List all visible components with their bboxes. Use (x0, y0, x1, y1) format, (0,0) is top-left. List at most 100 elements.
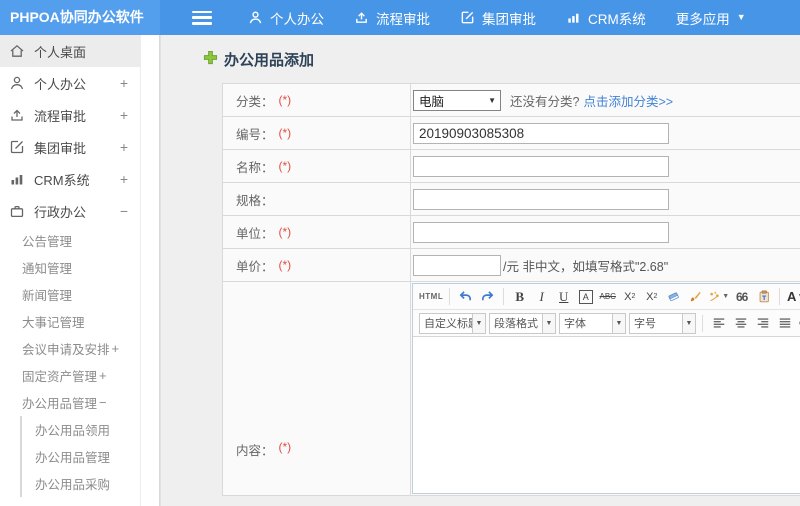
sidebar-subitem-announcement-mgmt[interactable]: 公告管理 (0, 227, 140, 254)
name-input[interactable] (413, 155, 669, 177)
expand-plus-icon[interactable]: + (120, 139, 128, 155)
custom-heading-dropdown[interactable]: 自定义标题 ▼ (419, 312, 486, 334)
caret-down-icon: ▼ (612, 313, 625, 333)
sidebar-subitem-label: 大事记管理 (22, 316, 85, 330)
blockquote-button[interactable]: 66 (732, 287, 751, 307)
font-family-dropdown[interactable]: 字体 ▼ (559, 312, 626, 334)
category-value-cell: 电脑 ▼ 还没有分类? 点击添加分类>> (411, 84, 800, 116)
sidebar-item-group-approval[interactable]: 集团审批 + (0, 131, 140, 163)
sidebar-item-personal-office[interactable]: 个人办公 + (0, 67, 140, 99)
collapse-minus-icon: − (99, 395, 107, 410)
sidebar-subsubitem-supplies-purchase[interactable]: 办公用品采购 (22, 470, 140, 497)
rich-text-editor: HTML B I U A ABC X 2 X 2 ▼ 66 A 自定义标 ▼ 段… (412, 283, 800, 494)
sidebar-subsubitem-label: 办公用品采购 (35, 478, 111, 492)
expand-plus-icon: + (111, 341, 120, 356)
form-row-content: 内容： (*) HTML B I U A ABC X 2 X 2 ▼ 66 A … (223, 282, 800, 496)
selected-option: 电脑 (419, 94, 445, 109)
add-category-link[interactable]: 点击添加分类>> (583, 91, 673, 110)
code-value-cell (411, 117, 800, 149)
paragraph-format-dropdown[interactable]: 段落格式 ▼ (489, 312, 556, 334)
nav-personal-office[interactable]: 个人办公 (248, 8, 324, 28)
sidebar-subitem-meeting-mgmt[interactable]: 会议申请及安排 + (0, 335, 140, 362)
nav-process-approval[interactable]: 流程审批 (354, 8, 430, 28)
sidebar-subitem-office-supplies-mgmt[interactable]: 办公用品管理 − (0, 389, 140, 416)
eraser-button[interactable] (664, 287, 683, 307)
form-row-category: 分类： (*) 电脑 ▼ 还没有分类? 点击添加分类>> (223, 84, 800, 117)
unit-input[interactable] (413, 221, 669, 243)
price-input[interactable] (413, 254, 501, 276)
user-icon (248, 10, 263, 25)
sidebar-subsubmenu: 办公用品领用 办公用品管理 办公用品采购 (20, 416, 159, 497)
edit-square-icon (460, 10, 475, 25)
nav-crm-system[interactable]: CRM系统 (566, 8, 646, 28)
category-select[interactable]: 电脑 ▼ (413, 89, 501, 111)
sidebar-item-admin-office[interactable]: 行政办公 − (0, 195, 140, 227)
sidebar-subitem-fixed-assets-mgmt[interactable]: 固定资产管理 + (0, 362, 140, 389)
form-row-spec: 规格： (223, 183, 800, 216)
form-row-unit: 单位： (*) (223, 216, 800, 249)
sidebar-subitem-events-mgmt[interactable]: 大事记管理 (0, 308, 140, 335)
undo-button[interactable] (456, 287, 475, 307)
border-text-button[interactable]: A (576, 287, 595, 307)
edit-square-icon (9, 139, 25, 155)
sidebar-subitem-label: 固定资产管理 (22, 370, 98, 384)
sidebar-subsubitem-supplies-claim[interactable]: 办公用品领用 (22, 416, 140, 443)
field-label: 分类： (236, 94, 274, 109)
nav-group-approval[interactable]: 集团审批 (460, 8, 536, 28)
subscript-button[interactable]: X2 (642, 287, 661, 307)
form-row-price: 单价： (*) /元 非中文，如填写格式"2.68" (223, 249, 800, 282)
collapse-minus-icon[interactable]: − (120, 203, 128, 219)
code-input[interactable] (413, 122, 669, 144)
nav-more-apps[interactable]: 更多应用 ▼ (676, 8, 746, 28)
required-asterisk: (*) (278, 440, 292, 454)
required-asterisk: (*) (278, 225, 292, 239)
sidebar-subsubitem-supplies-manage[interactable]: 办公用品管理 (22, 443, 140, 470)
expand-plus-icon[interactable]: + (120, 75, 128, 91)
menu-icon[interactable] (192, 10, 212, 25)
form-row-name: 名称： (*) (223, 150, 800, 183)
sidebar-item-crm-system[interactable]: CRM系统 + (0, 163, 140, 195)
underline-button[interactable]: U (554, 287, 573, 307)
align-justify-icon[interactable] (775, 313, 794, 333)
price-label-cell: 单价： (*) (223, 249, 411, 281)
expand-plus-icon[interactable]: + (120, 171, 128, 187)
spec-input[interactable] (413, 188, 669, 210)
italic-button[interactable]: I (532, 287, 551, 307)
field-label: 单位： (236, 226, 274, 241)
sidebar-item-personal-desktop[interactable]: 个人桌面 (0, 35, 140, 67)
category-label-cell: 分类： (*) (223, 84, 411, 116)
spec-label-cell: 规格： (223, 183, 411, 215)
align-center-icon[interactable] (731, 313, 750, 333)
sidebar-subitem-label: 通知管理 (22, 262, 73, 276)
sidebar-subitem-notice-mgmt[interactable]: 通知管理 (0, 254, 140, 281)
sidebar-item-process-approval[interactable]: 流程审批 + (0, 99, 140, 131)
sidebar-subitem-news-mgmt[interactable]: 新闻管理 (0, 281, 140, 308)
sidebar-subitem-label: 会议申请及安排 (22, 343, 110, 357)
caret-down-icon: ▼ (472, 313, 485, 333)
no-category-hint: 还没有分类? (510, 94, 580, 109)
name-value-cell (411, 150, 800, 182)
editor-body[interactable] (413, 337, 800, 493)
caret-down-icon: ▼ (736, 12, 746, 22)
add-supplies-form: 分类： (*) 电脑 ▼ 还没有分类? 点击添加分类>> 编号： (*) 201… (222, 83, 800, 496)
expand-plus-icon[interactable]: + (120, 107, 128, 123)
sidebar-subsubitem-label: 办公用品领用 (35, 424, 111, 438)
align-right-icon[interactable] (753, 313, 772, 333)
superscript-button[interactable]: X2 (620, 287, 639, 307)
strikethrough-button[interactable]: ABC (598, 287, 617, 307)
field-label: 单价： (236, 259, 274, 274)
editor-toolbar-row2: 自定义标题 ▼ 段落格式 ▼ 字体 ▼ (413, 310, 800, 337)
top-bar: PHPOA协同办公软件 个人办公 流程审批 集团审批 CRM系统 更多应用 ▼ (0, 0, 800, 35)
font-size-dropdown[interactable]: 字号 ▼ (629, 312, 696, 334)
clear-format-brush-button[interactable] (686, 287, 705, 307)
sidebar-item-label: 个人办公 (34, 76, 87, 92)
caret-down-icon: ▼ (682, 313, 695, 333)
html-source-button[interactable]: HTML (419, 287, 443, 307)
format-painter-button[interactable]: ▼ (708, 287, 729, 307)
redo-button[interactable] (478, 287, 497, 307)
bold-button[interactable]: B (510, 287, 529, 307)
user-icon (9, 75, 25, 91)
paste-as-text-button[interactable] (754, 287, 773, 307)
align-left-icon[interactable] (709, 313, 728, 333)
font-color-button[interactable]: A ▼ (786, 287, 800, 307)
